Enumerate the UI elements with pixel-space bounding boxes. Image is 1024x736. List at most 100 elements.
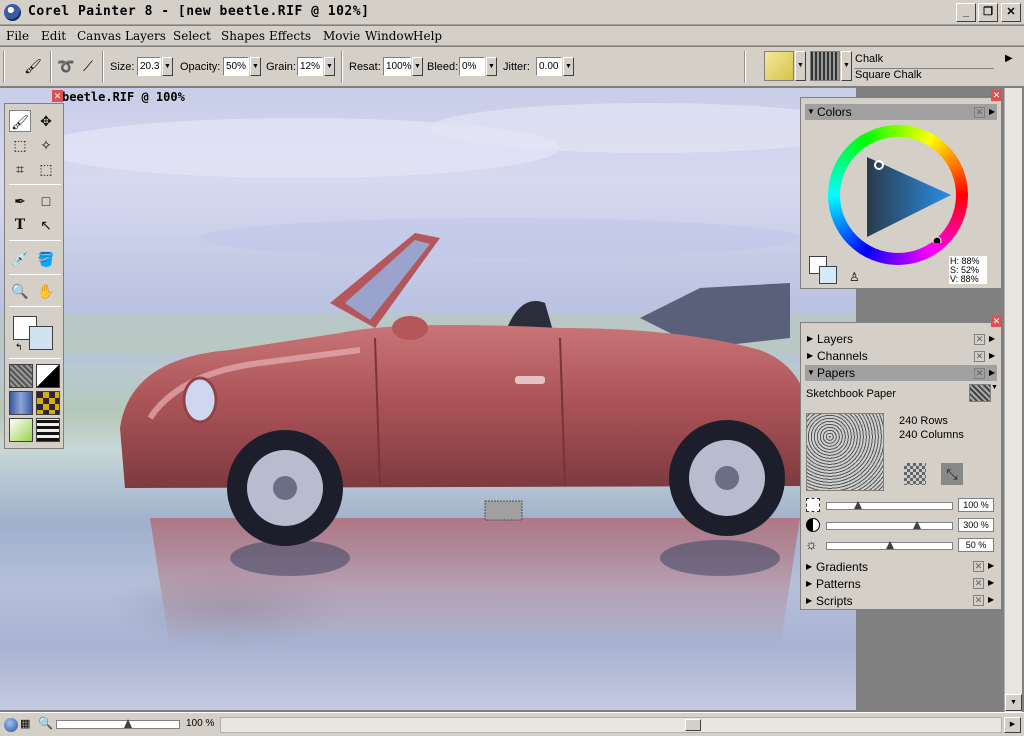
menu-edit[interactable]: Edit <box>41 29 66 43</box>
brush-variant-dropdown[interactable]: ▼ <box>841 51 852 81</box>
zoom-icon[interactable]: 🔍 <box>38 716 53 730</box>
pattern-selector-icon[interactable] <box>9 391 33 415</box>
paper-contrast-value[interactable]: 300 % <box>958 518 994 532</box>
straight-line-stroke-icon[interactable]: ⟋ <box>77 55 99 77</box>
bleed-dropdown[interactable]: ▼ <box>486 57 497 76</box>
grid-view-icon[interactable]: ▦ <box>20 717 30 730</box>
grain-dropdown[interactable]: ▼ <box>324 57 335 76</box>
gradients-menu-icon[interactable]: ▶ <box>988 561 994 570</box>
brush-category-dropdown[interactable]: ▼ <box>795 51 806 81</box>
layers-menu-icon[interactable]: ▶ <box>989 334 995 343</box>
slider-thumb[interactable] <box>854 501 862 509</box>
app-icon[interactable] <box>4 4 21 21</box>
freehand-stroke-icon[interactable]: ➰ <box>55 55 77 77</box>
dropper-icon[interactable]: 💉 <box>9 248 31 270</box>
close-palette-stack-icon[interactable]: ✕ <box>991 316 1002 327</box>
channels-panel-header[interactable]: ▶ Channels <box>805 348 997 364</box>
menu-layers[interactable]: Layers <box>125 29 166 43</box>
slider-thumb[interactable] <box>124 719 132 728</box>
slider-thumb[interactable] <box>913 521 921 529</box>
jitter-dropdown[interactable]: ▼ <box>563 57 574 76</box>
close-button[interactable]: ✕ <box>1001 3 1021 22</box>
vertical-scrollbar[interactable]: ▼ <box>1004 88 1022 712</box>
paper-brightness-value[interactable]: 50 % <box>958 538 994 552</box>
nozzle-selector-icon[interactable] <box>9 418 33 442</box>
layer-adjuster-icon[interactable]: ✥ <box>35 110 57 132</box>
papers-close-icon[interactable]: ✕ <box>974 368 985 379</box>
paper-dropdown-icon[interactable]: ▼ <box>991 384 998 391</box>
menu-help[interactable]: Help <box>413 29 442 43</box>
paper-preview-icon[interactable] <box>969 384 991 402</box>
magnifier-icon[interactable]: 🔍 <box>9 280 31 302</box>
grabber-hand-icon[interactable]: ✋ <box>35 280 57 302</box>
menu-canvas[interactable]: Canvas <box>77 29 121 43</box>
colors-panel-header[interactable]: ▼ Colors <box>805 104 997 120</box>
grain-field[interactable]: 12% <box>297 57 323 76</box>
menu-file[interactable]: File <box>6 29 29 43</box>
resat-dropdown[interactable]: ▼ <box>412 57 423 76</box>
papers-menu-icon[interactable]: ▶ <box>989 368 995 377</box>
menu-movie[interactable]: Movie <box>323 29 360 43</box>
channels-menu-icon[interactable]: ▶ <box>989 351 995 360</box>
document-canvas[interactable]: ✕ beetle.RIF @ 100% <box>0 88 856 710</box>
menu-select[interactable]: Select <box>173 29 211 43</box>
scroll-down-icon[interactable]: ▼ <box>1005 694 1022 711</box>
clone-color-icon[interactable]: ♙ <box>849 270 860 284</box>
look-selector-icon[interactable] <box>36 418 60 442</box>
make-paper-icon[interactable]: ⤡ <box>941 463 963 485</box>
jitter-field[interactable]: 0.00 <box>536 57 562 76</box>
secondary-color-swatch[interactable] <box>819 266 837 284</box>
selection-adjuster-icon[interactable]: ⬚ <box>35 158 57 180</box>
horizontal-scrollbar[interactable] <box>220 717 1002 733</box>
patterns-menu-icon[interactable]: ▶ <box>988 578 994 587</box>
pen-icon[interactable]: ✒ <box>9 190 31 212</box>
size-field[interactable]: 20.3 <box>137 57 161 76</box>
slider-thumb[interactable] <box>886 541 894 549</box>
saturation-value-triangle[interactable] <box>863 153 953 243</box>
colors-panel-close-icon[interactable]: ✕ <box>974 107 985 118</box>
additional-color-swatch[interactable] <box>29 326 53 350</box>
layers-panel-header[interactable]: ▶ Layers <box>805 331 997 347</box>
text-tool-icon[interactable]: T <box>9 214 31 236</box>
scripts-close-icon[interactable]: ✕ <box>973 595 984 606</box>
close-toolbox-icon[interactable]: ✕ <box>52 91 63 102</box>
gradients-panel-header[interactable]: ▶ Gradients <box>804 559 996 575</box>
paper-selector-icon[interactable] <box>9 364 33 388</box>
gradient-selector-icon[interactable] <box>36 364 60 388</box>
paper-contrast-slider[interactable] <box>826 521 953 530</box>
scroll-right-icon[interactable]: ▶ <box>1004 717 1021 733</box>
patterns-panel-header[interactable]: ▶ Patterns <box>804 576 996 592</box>
opacity-dropdown[interactable]: ▼ <box>250 57 261 76</box>
document-info-icon[interactable] <box>4 718 18 732</box>
chalk-category-icon[interactable] <box>764 51 794 81</box>
square-chalk-variant-icon[interactable] <box>810 51 840 81</box>
shape-selection-icon[interactable]: ↖ <box>35 214 57 236</box>
menu-window[interactable]: Window <box>365 29 414 43</box>
weaving-selector-icon[interactable] <box>36 391 60 415</box>
zoom-slider[interactable] <box>56 719 180 729</box>
bleed-field[interactable]: 0% <box>459 57 485 76</box>
invert-paper-icon[interactable] <box>904 463 926 485</box>
gradients-close-icon[interactable]: ✕ <box>973 561 984 572</box>
paper-scale-slider[interactable] <box>826 501 953 510</box>
papers-panel-header[interactable]: ▼ Papers <box>805 365 997 381</box>
menu-effects[interactable]: Effects <box>269 29 311 43</box>
brush-tool-icon[interactable]: 🖌 <box>22 55 44 77</box>
rectangle-shape-icon[interactable]: □ <box>35 190 57 212</box>
channels-close-icon[interactable]: ✕ <box>974 351 985 362</box>
rectangular-selection-icon[interactable]: ⬚ <box>9 134 31 156</box>
paper-scale-value[interactable]: 100 % <box>958 498 994 512</box>
paint-bucket-icon[interactable]: 🪣 <box>35 248 57 270</box>
scroll-thumb[interactable] <box>685 719 701 731</box>
layers-close-icon[interactable]: ✕ <box>974 334 985 345</box>
restore-button[interactable]: ❐ <box>978 3 998 22</box>
colors-panel-menu-icon[interactable]: ▶ <box>989 107 995 116</box>
scripts-panel-header[interactable]: ▶ Scripts <box>804 593 996 609</box>
crop-icon[interactable]: ⌗ <box>9 158 31 180</box>
brush-tool-icon[interactable]: 🖌 <box>9 110 31 132</box>
minimize-button[interactable]: _ <box>956 3 976 22</box>
close-colors-panel-icon[interactable]: ✕ <box>991 90 1002 101</box>
size-dropdown[interactable]: ▼ <box>162 57 173 76</box>
magic-wand-icon[interactable]: ✧ <box>35 134 57 156</box>
menu-shapes[interactable]: Shapes <box>221 29 265 43</box>
